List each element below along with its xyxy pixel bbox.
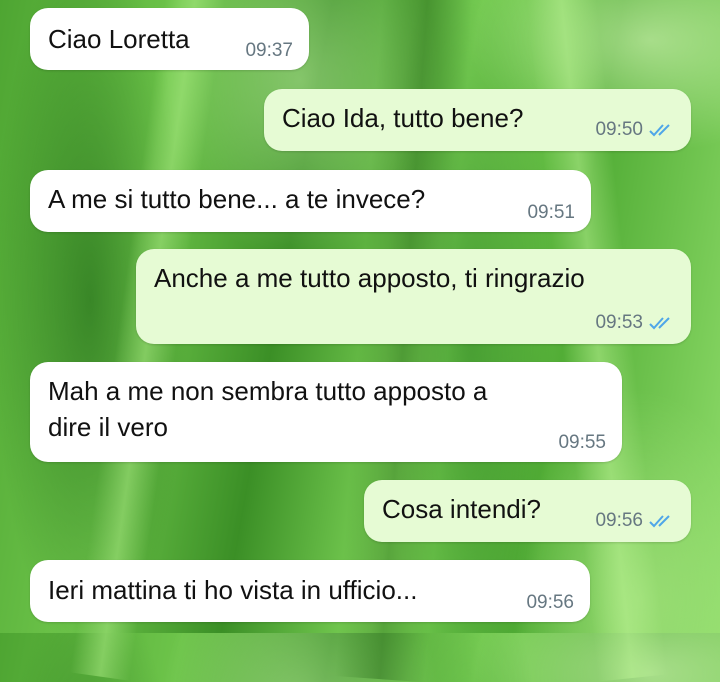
double-check-read-icon (649, 317, 670, 330)
message-text-line-1: Mah a me non sembra tutto apposto a (48, 376, 488, 406)
message-time: 09:53 (595, 312, 643, 333)
outgoing-message[interactable]: Cosa intendi? 09:56 (364, 480, 691, 542)
incoming-message[interactable]: Mah a me non sembra tutto apposto a dire… (30, 362, 622, 462)
outgoing-message[interactable]: Ciao Ida, tutto bene? 09:50 (264, 89, 691, 151)
incoming-message[interactable]: Ciao Loretta 09:37 (30, 8, 309, 70)
message-time: 09:55 (558, 432, 606, 453)
message-meta: 09:50 (595, 119, 675, 141)
message-text: Cosa intendi? (382, 494, 541, 524)
message-time: 09:56 (526, 592, 574, 613)
double-check-read-icon (649, 124, 670, 137)
double-check-read-icon (649, 515, 670, 528)
message-meta: 09:37 (245, 40, 293, 62)
message-time: 09:50 (595, 119, 643, 140)
message-text: Ciao Ida, tutto bene? (282, 103, 524, 133)
message-text: A me si tutto bene... a te invece? (48, 184, 426, 214)
message-time: 09:51 (527, 202, 575, 223)
message-text-line-2: dire il vero (48, 412, 168, 442)
message-time: 09:37 (245, 40, 293, 61)
outgoing-message[interactable]: Anche a me tutto apposto, ti ringrazio 0… (136, 249, 691, 344)
incoming-message[interactable]: A me si tutto bene... a te invece? 09:51 (30, 170, 591, 232)
message-meta: 09:53 (595, 312, 675, 334)
message-text: Ieri mattina ti ho vista in ufficio... (48, 575, 418, 605)
message-text: Anche a me tutto apposto, ti ringrazio (154, 263, 585, 293)
message-meta: 09:55 (558, 432, 606, 454)
message-time: 09:56 (595, 510, 643, 531)
message-text: Ciao Loretta (48, 24, 190, 54)
incoming-message[interactable]: Ieri mattina ti ho vista in ufficio... 0… (30, 560, 590, 622)
message-meta: 09:56 (595, 510, 675, 532)
message-meta: 09:56 (526, 592, 574, 614)
message-meta: 09:51 (527, 202, 575, 224)
